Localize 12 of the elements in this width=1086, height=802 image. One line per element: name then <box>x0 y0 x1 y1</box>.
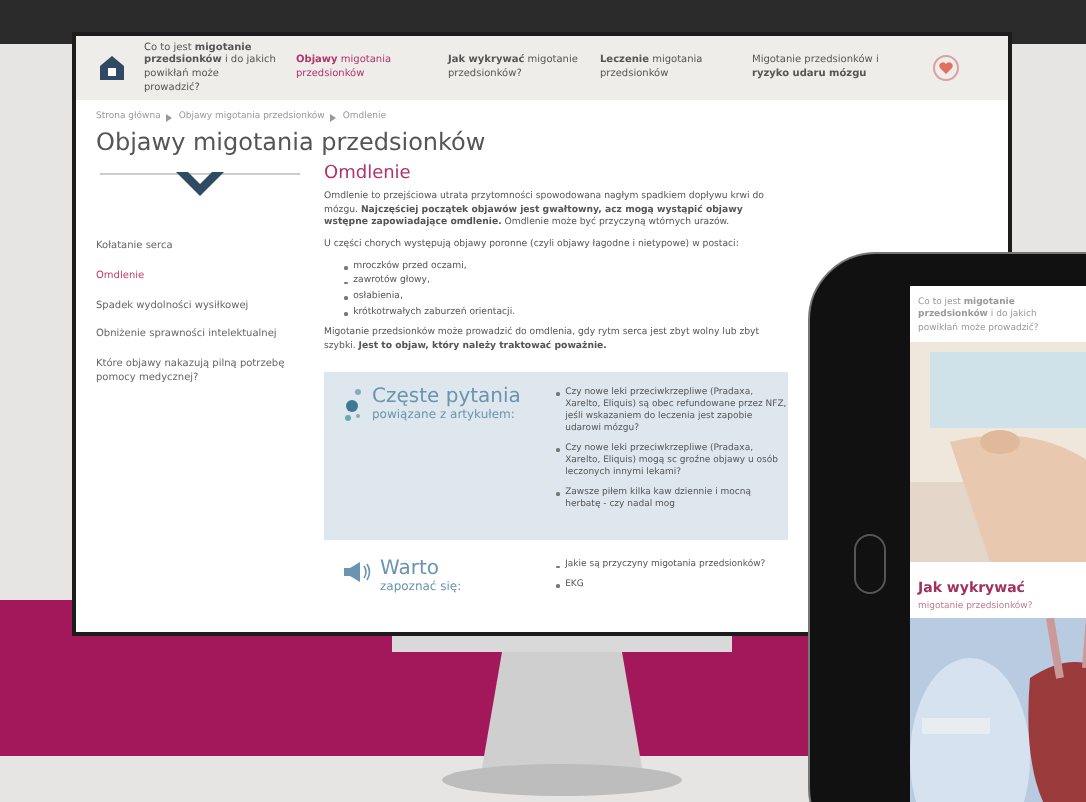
chevron-icon <box>166 113 173 121</box>
home-icon[interactable] <box>100 56 124 80</box>
chevron-down-icon <box>100 168 300 200</box>
home-button[interactable] <box>854 534 886 594</box>
heart-logo-icon <box>932 54 960 82</box>
article-heading: Omdlenie <box>324 164 413 184</box>
page-title: Objawy migotania przedsionków <box>94 126 488 160</box>
dots-icon <box>344 387 364 424</box>
faq-title: Częste pytania <box>372 387 521 408</box>
megaphone-icon <box>344 560 372 585</box>
section-title: Warto <box>380 560 442 581</box>
chevron-icon <box>330 113 337 121</box>
